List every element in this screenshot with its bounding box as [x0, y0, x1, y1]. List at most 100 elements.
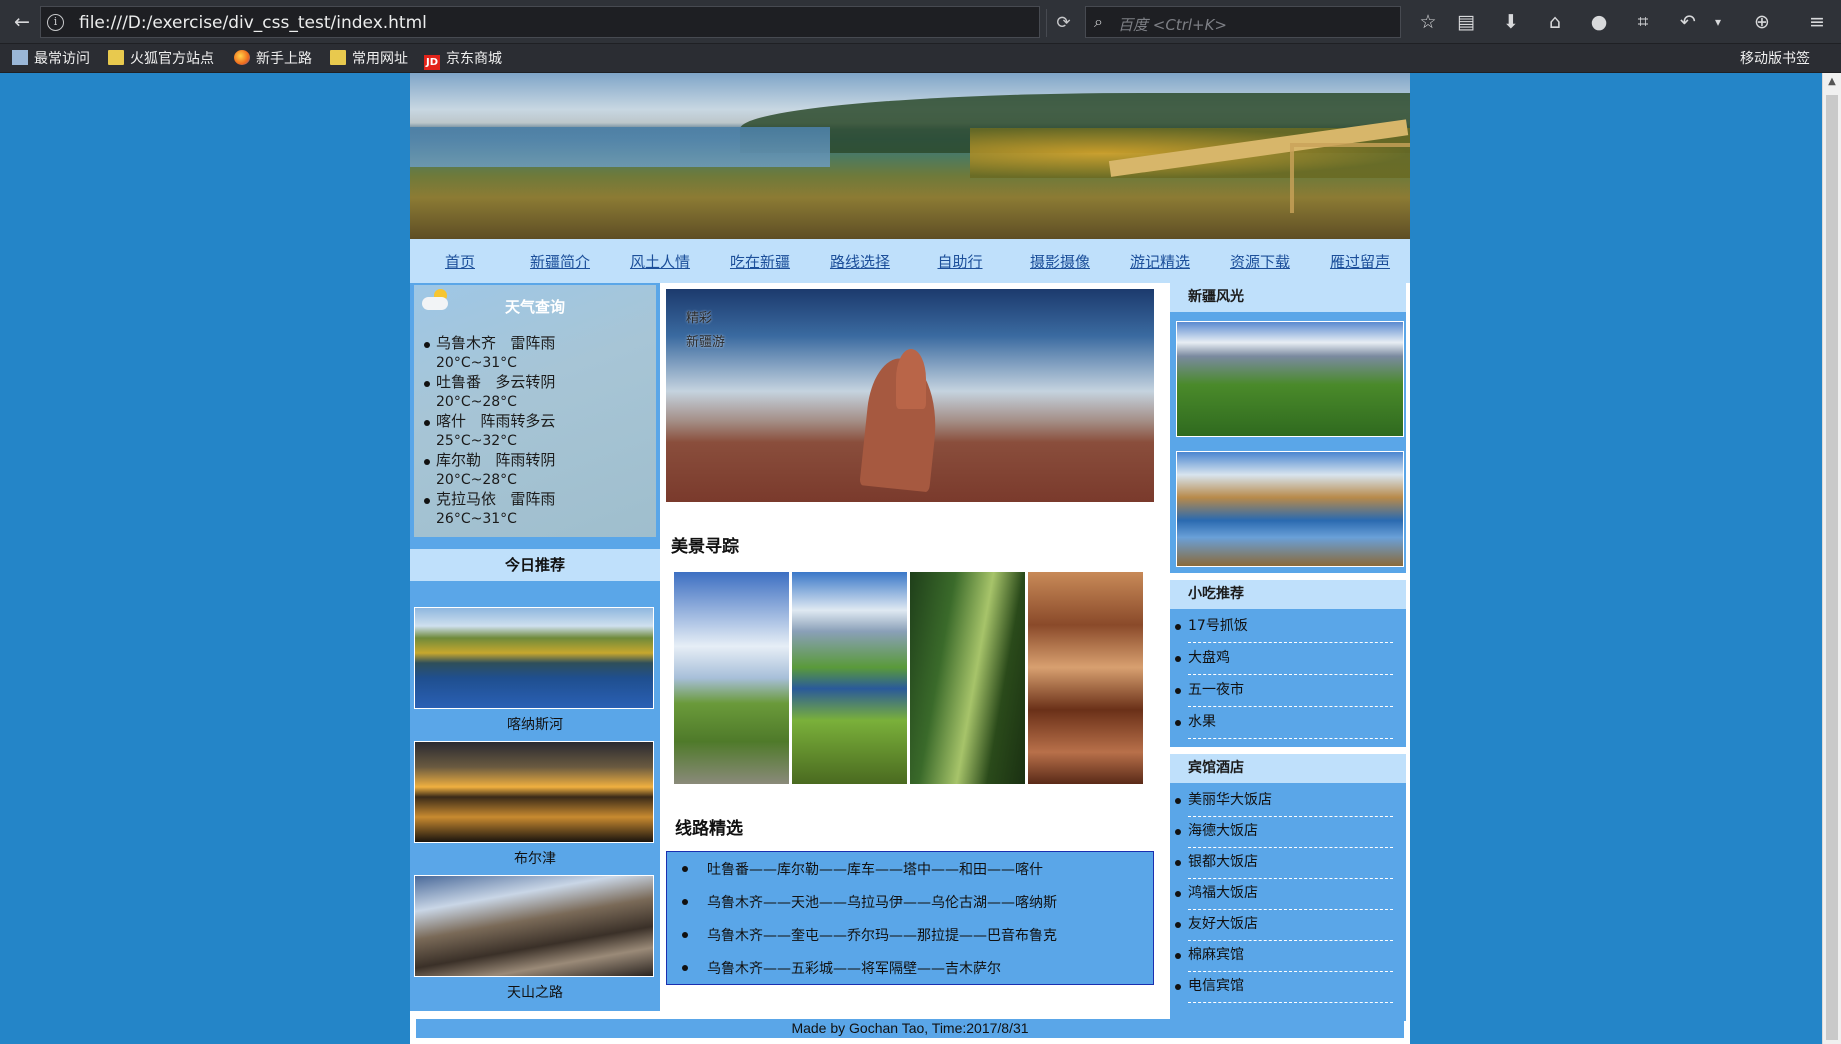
bookmark-star-icon[interactable]: ☆	[1414, 8, 1442, 36]
chat-icon[interactable]: ●	[1585, 8, 1613, 36]
snack-title: 小吃推荐	[1170, 580, 1406, 609]
hotel-item[interactable]: 鸿福大饭店	[1175, 878, 1393, 910]
hotel-item[interactable]: 美丽华大饭店	[1175, 785, 1393, 817]
folder-icon	[330, 50, 346, 65]
scenery-photo-horses[interactable]	[1176, 321, 1404, 437]
globe-icon[interactable]: ⊕	[1748, 8, 1776, 36]
mobile-bookmarks[interactable]: 移动版书签	[1740, 48, 1810, 70]
bookmark-icon	[12, 50, 28, 65]
kanas-photo[interactable]	[414, 607, 654, 709]
crop-icon[interactable]: ⌗	[1629, 8, 1657, 36]
nav-travelogues[interactable]: 游记精选	[1110, 251, 1210, 272]
folder-icon	[108, 50, 124, 65]
scenic-photo-canyon[interactable]	[1028, 572, 1143, 784]
routes-title: 线路精选	[675, 819, 743, 839]
browser-chrome: ← i file:///D:/exercise/div_css_test/ind…	[0, 0, 1841, 73]
bookmarks-bar: 最常访问 火狐官方站点 新手上路 常用网址 JD 京东商城 移动版书签	[0, 44, 1841, 73]
page-scrollbar[interactable]: ▲	[1822, 73, 1841, 1044]
weather-title: 天气查询	[504, 298, 565, 316]
route-item[interactable]: 吐鲁番——库尔勒——库车——塔中——和田——喀什	[682, 859, 1043, 879]
jd-icon: JD	[424, 55, 440, 70]
main-content: 精彩 新疆游 美景寻踪 线路精选 吐鲁番——库尔勒——库车——塔中——和田——喀…	[660, 283, 1166, 1011]
today-title: 今日推荐	[410, 549, 660, 581]
bookmark-firefox-site[interactable]: 火狐官方站点	[108, 48, 214, 70]
today-card-tianshan[interactable]: 天山之路	[414, 875, 656, 1009]
browser-toolbar: ← i file:///D:/exercise/div_css_test/ind…	[0, 0, 1841, 44]
weather-item: 喀什 阵雨转多云 25°C~32°C	[424, 412, 646, 451]
today-caption: 天山之路	[507, 985, 563, 1001]
search-icon: ⌕	[1094, 12, 1103, 31]
reading-list-icon[interactable]: ▤	[1452, 8, 1480, 36]
scenic-title: 美景寻踪	[671, 537, 739, 557]
hero-rock-top	[896, 349, 926, 409]
today-caption: 布尔津	[514, 851, 556, 867]
burqin-photo[interactable]	[414, 741, 654, 843]
hotel-item[interactable]: 电信宾馆	[1175, 971, 1393, 1003]
nav-self-travel[interactable]: 自助行	[910, 251, 1010, 272]
right-sidebar: 新疆风光 小吃推荐 17号抓饭 大盘鸡 五一夜市 水果 宾馆酒店 美丽华大饭店 …	[1166, 283, 1410, 1021]
scroll-thumb[interactable]	[1826, 95, 1838, 1040]
dropdown-icon[interactable]: ▾	[1710, 8, 1726, 36]
scenic-photo-forest[interactable]	[910, 572, 1025, 784]
route-item[interactable]: 乌鲁木齐——天池——乌拉马伊——乌伦古湖——喀纳斯	[682, 892, 1057, 912]
reload-icon[interactable]: ⟳	[1046, 9, 1080, 37]
home-icon[interactable]: ⌂	[1541, 8, 1569, 36]
scenic-photo-road[interactable]	[674, 572, 789, 784]
address-bar[interactable]: i file:///D:/exercise/div_css_test/index…	[40, 6, 1071, 38]
left-sidebar: 天气查询 乌鲁木齐 雷阵雨 20°C~31°C 吐鲁番 多云转阴 20°C~28°C…	[410, 283, 660, 1011]
routes-list: 吐鲁番——库尔勒——库车——塔中——和田——喀什 乌鲁木齐——天池——乌拉马伊—…	[666, 851, 1154, 985]
nav-home[interactable]: 首页	[410, 251, 510, 272]
banner-lake	[410, 127, 830, 167]
scenery-photo-river[interactable]	[1176, 451, 1404, 567]
info-icon[interactable]: i	[47, 14, 64, 31]
banner-railing	[1290, 143, 1410, 213]
weather-item: 克拉马依 雷阵雨 26°C~31°C	[424, 490, 646, 529]
back-icon[interactable]: ←	[8, 8, 36, 36]
scroll-up-icon[interactable]: ▲	[1823, 73, 1841, 91]
snack-item[interactable]: 五一夜市	[1175, 675, 1393, 707]
tianshan-photo[interactable]	[414, 875, 654, 977]
today-card-kanas[interactable]: 喀纳斯河	[414, 607, 656, 741]
url-text[interactable]: file:///D:/exercise/div_css_test/index.h…	[79, 13, 427, 33]
route-item[interactable]: 乌鲁木齐——五彩城——将军隔壁——吉木萨尔	[682, 958, 1001, 978]
scenic-photo-lake[interactable]	[792, 572, 907, 784]
snack-item[interactable]: 大盘鸡	[1175, 643, 1393, 675]
scenery-block	[1170, 312, 1406, 573]
today-caption: 喀纳斯河	[507, 717, 563, 733]
nav-customs[interactable]: 风土人情	[610, 251, 710, 272]
main-nav: 首页 新疆简介 风土人情 吃在新疆 路线选择 自助行 摄影摄像 游记精选 资源下…	[410, 239, 1410, 283]
bookmark-most-visited[interactable]: 最常访问	[12, 48, 90, 70]
banner-image	[410, 73, 1410, 239]
hotel-item[interactable]: 棉麻宾馆	[1175, 940, 1393, 972]
snack-item[interactable]: 水果	[1175, 707, 1393, 739]
hotel-item[interactable]: 海德大饭店	[1175, 816, 1393, 848]
weather-panel: 天气查询 乌鲁木齐 雷阵雨 20°C~31°C 吐鲁番 多云转阴 20°C~28°C…	[414, 285, 656, 537]
undo-icon[interactable]: ↶	[1674, 8, 1702, 36]
nav-guestbook[interactable]: 雁过留声	[1310, 251, 1410, 272]
bookmark-getting-started[interactable]: 新手上路	[234, 48, 312, 70]
footer: Made by Gochan Tao, Time:2017/8/31	[416, 1019, 1404, 1038]
weather-item: 库尔勒 阵雨转阴 20°C~28°C	[424, 451, 646, 490]
hotel-title: 宾馆酒店	[1170, 754, 1406, 783]
bookmark-common-sites[interactable]: 常用网址	[330, 48, 408, 70]
hotel-item[interactable]: 银都大饭店	[1175, 847, 1393, 879]
nav-intro[interactable]: 新疆简介	[510, 251, 610, 272]
menu-icon[interactable]: ≡	[1803, 8, 1831, 36]
nav-downloads[interactable]: 资源下载	[1210, 251, 1310, 272]
page-container: 首页 新疆简介 风土人情 吃在新疆 路线选择 自助行 摄影摄像 游记精选 资源下…	[410, 73, 1410, 1044]
hotel-item[interactable]: 友好大饭店	[1175, 909, 1393, 941]
download-icon[interactable]: ⬇	[1497, 8, 1525, 36]
search-placeholder: 百度 <Ctrl+K>	[1118, 16, 1227, 34]
route-item[interactable]: 乌鲁木齐——奎屯——乔尔玛——那拉提——巴音布鲁克	[682, 925, 1057, 945]
nav-food[interactable]: 吃在新疆	[710, 251, 810, 272]
scenery-title: 新疆风光	[1170, 283, 1406, 312]
bookmark-jd[interactable]: JD 京东商城	[424, 48, 502, 70]
nav-photography[interactable]: 摄影摄像	[1010, 251, 1110, 272]
nav-routes[interactable]: 路线选择	[810, 251, 910, 272]
today-card-burqin[interactable]: 布尔津	[414, 741, 656, 875]
snack-item[interactable]: 17号抓饭	[1175, 611, 1393, 643]
hero-text: 精彩 新疆游	[686, 311, 726, 350]
search-input[interactable]: ⌕ 百度 <Ctrl+K>	[1085, 6, 1401, 38]
weather-item: 乌鲁木齐 雷阵雨 20°C~31°C	[424, 334, 646, 373]
weather-list: 乌鲁木齐 雷阵雨 20°C~31°C 吐鲁番 多云转阴 20°C~28°C 喀什 阵…	[424, 334, 646, 529]
